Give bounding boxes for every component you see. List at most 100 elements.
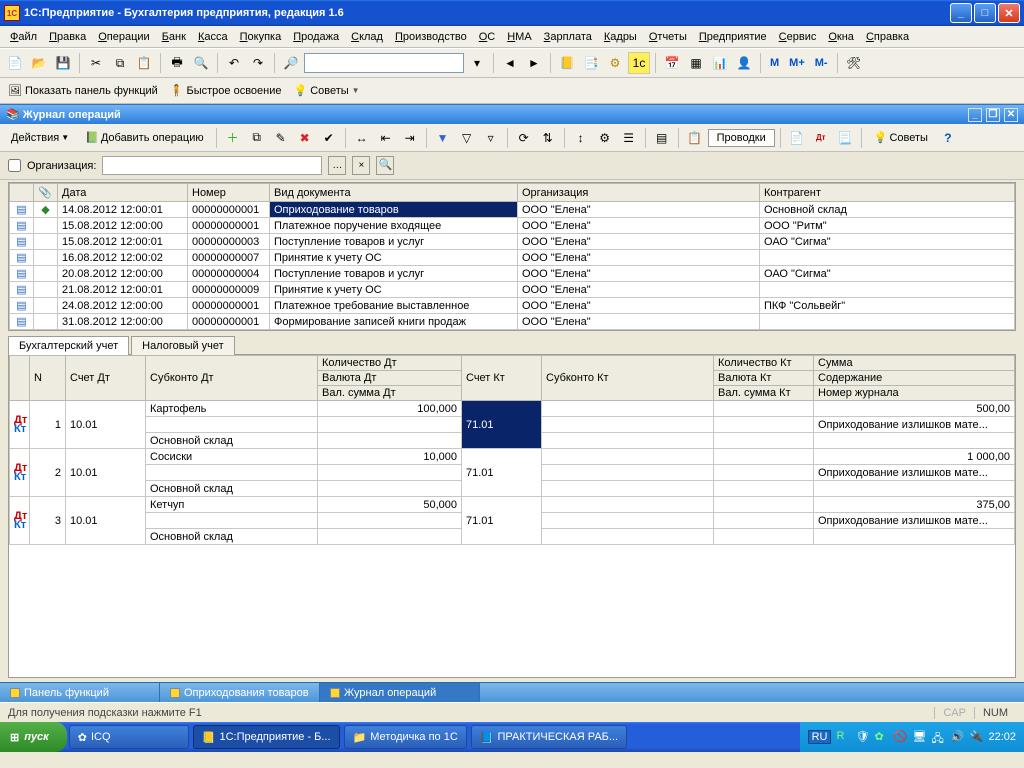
search-dropdown-icon[interactable]: ▾ <box>466 52 488 74</box>
menu-item[interactable]: Производство <box>389 29 473 45</box>
chart-icon[interactable]: 📊 <box>709 52 731 74</box>
col-schet-dt[interactable]: Счет Дт <box>66 356 146 401</box>
minimize-button[interactable]: _ <box>950 3 972 23</box>
new-icon[interactable]: 📄 <box>4 52 26 74</box>
org-filter-input[interactable] <box>102 156 322 175</box>
col-org[interactable]: Организация <box>518 184 760 202</box>
maximize-button[interactable]: □ <box>974 3 996 23</box>
menu-item[interactable]: НМА <box>501 29 537 45</box>
menu-item[interactable]: Зарплата <box>538 29 598 45</box>
delete-icon[interactable]: ✖ <box>294 127 316 149</box>
menu-item[interactable]: Файл <box>4 29 43 45</box>
filter-off-icon[interactable]: ▿ <box>480 127 502 149</box>
memory-mminus[interactable]: М- <box>811 57 832 69</box>
taskbar-item[interactable]: 📁Методичка по 1С <box>344 725 467 749</box>
sub-close[interactable]: ✕ <box>1004 108 1018 122</box>
table-row[interactable]: ▤15.08.2012 12:00:0000000000001Платежное… <box>10 218 1015 234</box>
mark-icon[interactable]: ✔ <box>318 127 340 149</box>
col-journal[interactable]: Номер журнала <box>814 386 1015 401</box>
config-icon[interactable]: ⚙ <box>604 52 626 74</box>
col-subkonto-dt[interactable]: Субконто Дт <box>146 356 318 401</box>
filter-icon[interactable]: ▼ <box>432 127 454 149</box>
start-button[interactable]: ⊞ пуск <box>0 722 67 752</box>
report1-icon[interactable]: 📄 <box>786 127 808 149</box>
copy-icon[interactable]: ⧉ <box>109 52 131 74</box>
save-icon[interactable]: 💾 <box>52 52 74 74</box>
entry-row[interactable]: ДтКт210.01Сосиски10,00071.011 000,00 <box>10 449 1015 465</box>
yellow-doc-icon[interactable]: 1с <box>628 52 650 74</box>
col-status[interactable] <box>10 184 34 202</box>
help-icon[interactable]: ? <box>937 127 959 149</box>
mdi-tab[interactable]: Панель функций <box>0 683 160 702</box>
table-row[interactable]: ▤31.08.2012 12:00:0000000000001Формирова… <box>10 314 1015 330</box>
menu-item[interactable]: Продажа <box>287 29 345 45</box>
open-icon[interactable]: 📂 <box>28 52 50 74</box>
tray-shield-icon[interactable]: 🛡 <box>855 730 869 744</box>
journal-icon[interactable]: 📒 <box>556 52 578 74</box>
sub-minimize[interactable]: _ <box>968 108 982 122</box>
col-date[interactable]: Дата <box>58 184 188 202</box>
col-doc[interactable]: Вид документа <box>270 184 518 202</box>
table-row[interactable]: ▤16.08.2012 12:00:0200000000007Принятие … <box>10 250 1015 266</box>
table-row[interactable]: ▤20.08.2012 12:00:0000000000004Поступлен… <box>10 266 1015 282</box>
dtkt-icon[interactable]: Дт <box>810 127 832 149</box>
col-num[interactable]: Номер <box>188 184 270 202</box>
nav-last-icon[interactable]: ⇥ <box>399 127 421 149</box>
tab-accounting[interactable]: Бухгалтерский учет <box>8 336 129 355</box>
add-operation[interactable]: 📗Добавить операцию <box>78 127 211 148</box>
operations-table[interactable]: 📎 Дата Номер Вид документа Организация К… <box>9 183 1015 330</box>
tray-volume-icon[interactable]: 🔊 <box>950 730 964 744</box>
col-kontr[interactable]: Контрагент <box>760 184 1015 202</box>
menu-item[interactable]: Касса <box>192 29 234 45</box>
redo-icon[interactable]: ↷ <box>247 52 269 74</box>
person-icon[interactable]: 👤 <box>733 52 755 74</box>
col-kol-kt[interactable]: Количество Кт <box>714 356 814 371</box>
taskbar-item[interactable]: 📘ПРАКТИЧЕСКАЯ РАБ... <box>471 725 627 749</box>
menu-item[interactable]: Правка <box>43 29 92 45</box>
nav-back-icon[interactable]: ◄ <box>499 52 521 74</box>
table-row[interactable]: ▤15.08.2012 12:00:0100000000003Поступлен… <box>10 234 1015 250</box>
tray-monitor-icon[interactable]: 🖥 <box>912 730 926 744</box>
close-button[interactable]: ✕ <box>998 3 1020 23</box>
col-n[interactable]: N <box>30 356 66 401</box>
report2-icon[interactable]: 📃 <box>834 127 856 149</box>
org-filter-checkbox[interactable] <box>8 159 21 172</box>
org-clear-button[interactable]: × <box>352 156 370 175</box>
sort-icon[interactable]: ⇅ <box>537 127 559 149</box>
preview-icon[interactable]: 🔍 <box>190 52 212 74</box>
tips-button-2[interactable]: 💡Советы <box>867 127 935 148</box>
menu-item[interactable]: Окна <box>822 29 860 45</box>
cut-icon[interactable]: ✂ <box>85 52 107 74</box>
menu-item[interactable]: Банк <box>156 29 192 45</box>
lang-indicator[interactable]: RU <box>808 730 832 744</box>
memory-mplus[interactable]: М+ <box>785 57 809 69</box>
tools-icon[interactable]: 🛠 <box>843 52 865 74</box>
menu-item[interactable]: ОС <box>473 29 502 45</box>
nav-fwd-icon[interactable]: ► <box>523 52 545 74</box>
entries-table[interactable]: N Счет Дт Субконто Дт Количество Дт Счет… <box>9 355 1015 545</box>
menu-item[interactable]: Отчеты <box>643 29 693 45</box>
mdi-tab[interactable]: Оприходования товаров <box>160 683 320 702</box>
menu-item[interactable]: Операции <box>92 29 155 45</box>
org-select-button[interactable]: … <box>328 156 346 175</box>
add-icon[interactable]: ＋ <box>222 127 244 149</box>
quick-learn[interactable]: 🧍 Быстрое освоение <box>166 82 286 99</box>
clipboard-icon[interactable]: 📋 <box>684 127 706 149</box>
tab-tax[interactable]: Налоговый учет <box>131 336 235 355</box>
table-row[interactable]: ▤21.08.2012 12:00:0100000000009Принятие … <box>10 282 1015 298</box>
search-input[interactable] <box>304 53 464 73</box>
edit-icon[interactable]: ✎ <box>270 127 292 149</box>
tray-network-icon[interactable]: 🖧 <box>931 730 945 744</box>
tips-button[interactable]: 💡 Советы ▼ <box>289 82 363 99</box>
system-tray[interactable]: RU R 🛡 ✿ 🚫 🖥 🖧 🔊 🔌 22:02 <box>800 722 1024 752</box>
col-subkonto-kt[interactable]: Субконто Кт <box>542 356 714 401</box>
taskbar-item[interactable]: ✿ICQ <box>69 725 189 749</box>
show-function-panel[interactable]: 🖼 Показать панель функций <box>4 82 162 99</box>
entry-row[interactable]: ДтКт110.01Картофель100,00071.01500,00 <box>10 401 1015 417</box>
col-valuta-dt[interactable]: Валюта Дт <box>318 371 462 386</box>
actions-menu[interactable]: Действия ▼ <box>4 128 76 148</box>
menu-item[interactable]: Покупка <box>234 29 288 45</box>
sub-restore[interactable]: ❐ <box>986 108 1000 122</box>
entry-row[interactable]: ДтКт310.01Кетчуп50,00071.01375,00 <box>10 497 1015 513</box>
grid-icon[interactable]: ▦ <box>685 52 707 74</box>
